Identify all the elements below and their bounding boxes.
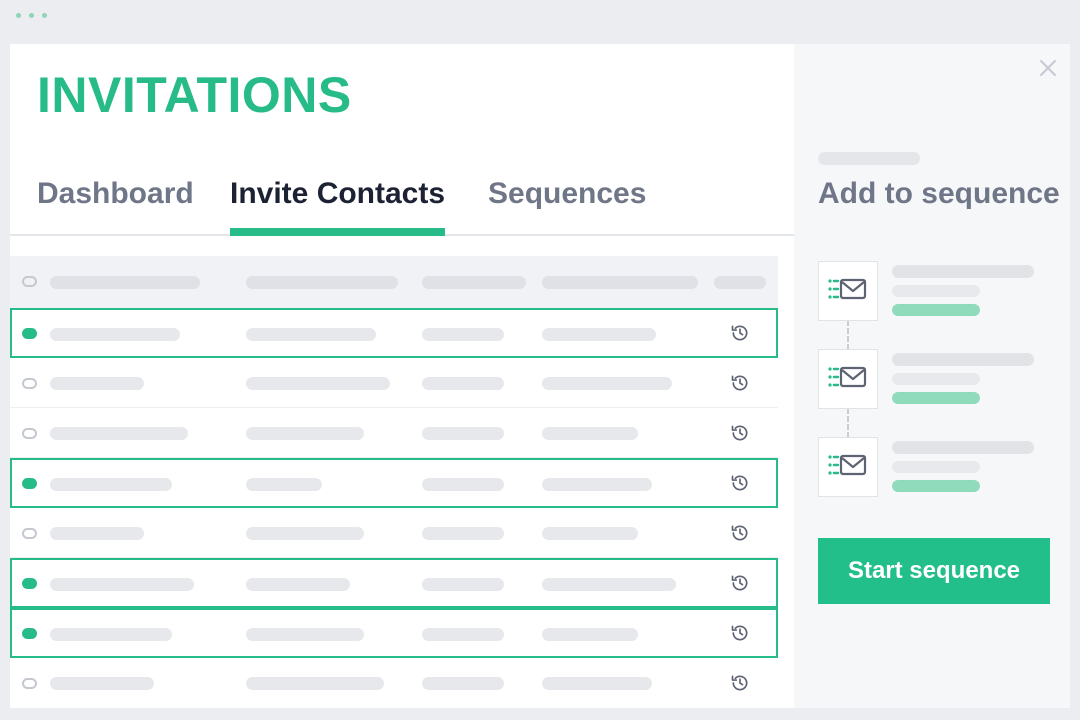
cell-placeholder [542,527,638,540]
step-title-placeholder [892,441,1034,454]
cell-placeholder [246,328,376,341]
cell-placeholder [422,527,504,540]
app-window: INVITATIONS Dashboard Invite Contacts Se… [10,44,1070,708]
cell-placeholder [50,578,194,591]
tab-bar: Dashboard Invite Contacts Sequences [10,174,794,236]
page-title: INVITATIONS [37,67,352,123]
table-row[interactable] [10,558,778,608]
step-subtitle-placeholder [892,461,980,473]
step-connector [847,408,849,438]
email-list-icon [818,349,878,409]
cell-placeholder [542,328,656,341]
header-placeholder [542,276,698,289]
row-select-radio[interactable] [22,628,37,639]
step-subtitle-placeholder [892,285,980,297]
cell-placeholder [422,628,504,641]
cell-placeholder [246,427,364,440]
close-icon[interactable] [1038,58,1058,78]
history-icon[interactable] [730,623,750,643]
header-placeholder [422,276,526,289]
cell-placeholder [542,427,638,440]
step-status-placeholder [892,480,980,492]
step-subtitle-placeholder [892,373,980,385]
cell-placeholder [422,478,504,491]
cell-placeholder [422,578,504,591]
row-select-radio[interactable] [22,378,37,389]
row-select-radio[interactable] [22,528,37,539]
window-dots [16,13,47,18]
tab-dashboard[interactable]: Dashboard [37,174,194,234]
header-placeholder [50,276,200,289]
email-list-icon [818,437,878,497]
table-row[interactable] [10,358,778,408]
row-select-radio[interactable] [22,328,37,339]
table-row[interactable] [10,458,778,508]
sequence-step[interactable] [818,437,1048,497]
history-icon[interactable] [730,323,750,343]
cell-placeholder [422,427,504,440]
cell-placeholder [50,377,144,390]
cell-placeholder [246,527,364,540]
cell-placeholder [50,677,154,690]
history-icon[interactable] [730,373,750,393]
table-row[interactable] [10,508,778,558]
history-icon[interactable] [730,673,750,693]
window-dot [29,13,34,18]
sequence-step[interactable] [818,349,1048,409]
table-header [10,256,778,308]
cell-placeholder [542,478,652,491]
cell-placeholder [50,427,188,440]
table-row[interactable] [10,408,778,458]
row-select-radio[interactable] [22,478,37,489]
window-dot [42,13,47,18]
row-select-radio[interactable] [22,578,37,589]
sequence-step[interactable] [818,261,1048,321]
email-list-icon [818,261,878,321]
cell-placeholder [50,628,172,641]
step-status-placeholder [892,392,980,404]
panel-title: Add to sequence [818,177,1060,210]
header-placeholder [714,276,766,289]
step-status-placeholder [892,304,980,316]
select-all-radio[interactable] [22,276,37,287]
tab-sequences[interactable]: Sequences [488,174,646,234]
table-row[interactable] [10,608,778,658]
table-row[interactable] [10,308,778,358]
cell-placeholder [246,377,390,390]
cell-placeholder [422,677,504,690]
start-sequence-button[interactable]: Start sequence [818,538,1050,604]
window-dot [16,13,21,18]
cell-placeholder [542,677,652,690]
cell-placeholder [246,478,322,491]
history-icon[interactable] [730,523,750,543]
cell-placeholder [50,527,144,540]
cell-placeholder [542,628,638,641]
cell-placeholder [422,377,504,390]
cell-placeholder [246,578,350,591]
header-placeholder [246,276,398,289]
step-title-placeholder [892,353,1034,366]
history-icon[interactable] [730,423,750,443]
table-row[interactable] [10,658,778,708]
tab-invite-contacts[interactable]: Invite Contacts [230,174,446,236]
history-icon[interactable] [730,473,750,493]
row-select-radio[interactable] [22,428,37,439]
step-title-placeholder [892,265,1034,278]
sequence-panel: Add to sequence Start sequence [794,44,1070,708]
step-connector [847,320,849,350]
cell-placeholder [542,377,672,390]
cell-placeholder [542,578,676,591]
row-select-radio[interactable] [22,678,37,689]
cell-placeholder [422,328,504,341]
history-icon[interactable] [730,573,750,593]
panel-label-placeholder [818,152,920,165]
cell-placeholder [246,628,364,641]
cell-placeholder [50,328,180,341]
cell-placeholder [246,677,384,690]
cell-placeholder [50,478,172,491]
